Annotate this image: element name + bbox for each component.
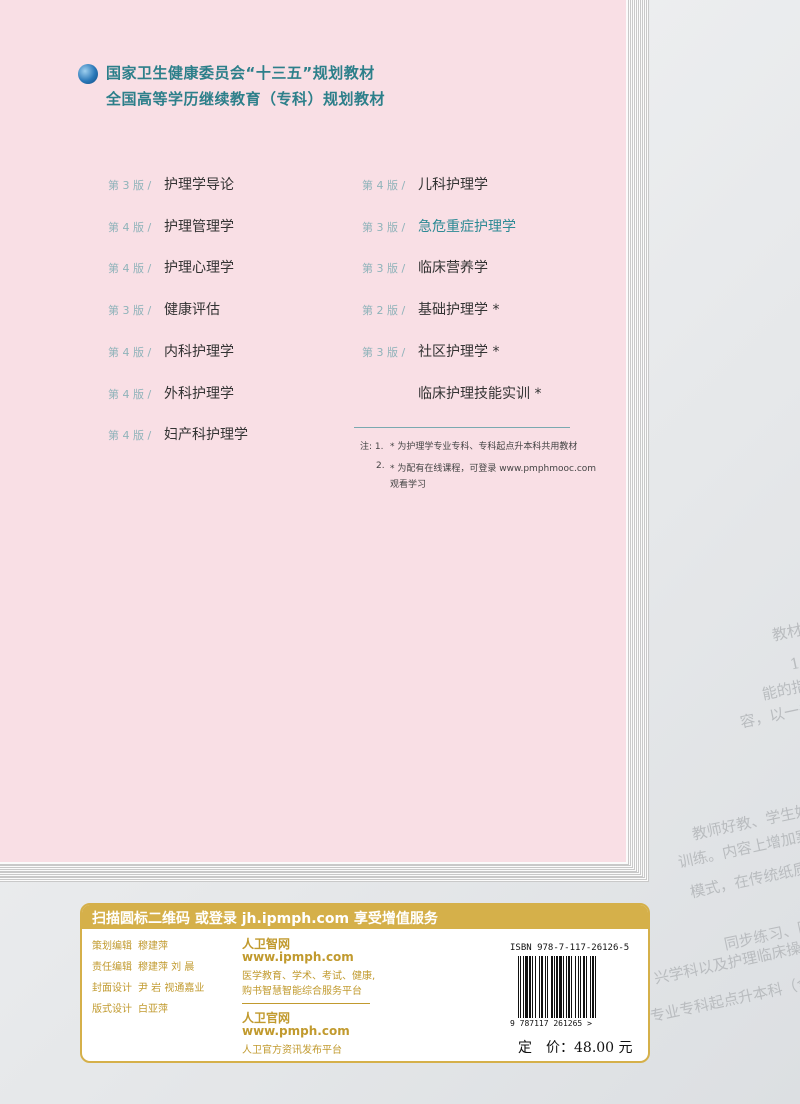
site1-url: www.ipmph.com <box>242 950 354 964</box>
barcode-digits: 9 787117 261265 > <box>510 1019 592 1028</box>
book-title: 护理心理学 <box>164 260 234 277</box>
credit-role: 策划编辑 <box>92 941 132 952</box>
credit-name: 尹 岩 视通嘉业 <box>138 983 205 994</box>
barcode-bar <box>596 956 597 1018</box>
book-edition: 第 4 版 / <box>108 220 152 234</box>
book-item: 第 3 版 / 护理学导论 <box>108 174 234 194</box>
book-item: 第 4 版 / 儿科护理学 <box>362 174 488 194</box>
book-title: 临床护理技能实训 * <box>418 385 542 402</box>
back-panel: 扫描圆标二维码 或登录 jh.ipmph.com 享受增值服务 策划编辑 穆建萍责… <box>80 903 650 1063</box>
credit-line: 策划编辑 穆建萍 <box>92 937 168 952</box>
book-edition: 第 2 版 / <box>362 304 406 318</box>
book-edition: 第 4 版 / <box>108 345 152 359</box>
book-title: 基础护理学 * <box>418 302 500 319</box>
site2-desc: 人卫官方资讯发布平台 <box>242 1045 342 1056</box>
panel-header: 扫描圆标二维码 或登录 jh.ipmph.com 享受增值服务 <box>82 905 648 929</box>
book-item: 第 4 版 / 内科护理学 <box>108 341 234 361</box>
credit-role: 封面设计 <box>92 983 132 994</box>
isbn-text: ISBN 978-7-117-26126-5 <box>510 943 630 953</box>
site-divider <box>242 1003 370 1004</box>
series-title-1: 国家卫生健康委员会“十三五”规划教材 <box>106 64 375 82</box>
book-title: 内科护理学 <box>164 343 234 360</box>
book-item: 第 3 版 / 临床营养学 <box>362 257 488 277</box>
globe-logo-icon <box>78 64 98 84</box>
site2-url: www.pmph.com <box>242 1024 350 1038</box>
book-item: 第 4 版 / 护理心理学 <box>108 257 234 277</box>
note-2-num: 2. <box>376 461 385 471</box>
book-edition: 第 3 版 / <box>108 304 152 318</box>
series-title-2: 全国高等学历继续教育（专科）规划教材 <box>106 90 386 108</box>
credit-line: 版式设计 白亚萍 <box>92 1000 168 1015</box>
book-title: 护理学导论 <box>164 177 234 193</box>
book-item: 临床护理技能实训 * <box>362 383 541 403</box>
site1-desc-1: 医学教育、学术、考试、健康, <box>242 971 376 982</box>
credit-role: 责任编辑 <box>92 962 132 973</box>
book-edition: 第 4 版 / <box>108 387 152 401</box>
barcode-bars <box>518 956 630 1018</box>
book-item: 第 4 版 / 护理管理学 <box>108 216 234 236</box>
credit-name: 白亚萍 <box>138 1004 168 1015</box>
book-cover: 国家卫生健康委员会“十三五”规划教材 全国高等学历继续教育（专科）规划教材 第 … <box>0 0 626 862</box>
book-item: 第 4 版 / 妇产科护理学 <box>108 424 248 444</box>
site1-desc-2: 购书智慧智能综合服务平台 <box>242 986 362 997</box>
note-label: 注: 1. <box>360 442 384 452</box>
book-item: 第 4 版 / 外科护理学 <box>108 383 234 403</box>
credit-role: 版式设计 <box>92 1004 132 1015</box>
credit-line: 责任编辑 穆建萍 刘 晨 <box>92 958 194 973</box>
price: 定 价：48.00 元 <box>518 1040 633 1056</box>
panel-header-text: 扫描圆标二维码 或登录 jh.ipmph.com 享受增值服务 <box>92 911 438 927</box>
note-divider <box>354 427 570 428</box>
book-edition: 第 4 版 / <box>108 429 152 443</box>
book-item: 第 3 版 / 健康评估 <box>108 299 220 319</box>
book-edition: 第 3 版 / <box>108 179 152 192</box>
book-title: 临床营养学 <box>418 260 488 277</box>
note-2-cont: 观看学习 <box>390 480 427 490</box>
book-edition: 第 3 版 / <box>362 220 406 234</box>
note-2: * 为配有在线课程，可登录 www.pmphmooc.com <box>390 464 597 474</box>
book-title: 社区护理学 * <box>418 343 500 360</box>
book-title: 外科护理学 <box>164 385 234 402</box>
book-title: 急危重症护理学 <box>418 218 516 235</box>
credit-name: 穆建萍 <box>138 941 168 952</box>
barcode: ISBN 978-7-117-26126-5 9 787117 261265 > <box>510 943 632 1033</box>
credit-name: 穆建萍 刘 晨 <box>138 962 195 973</box>
book-item: 第 2 版 / 基础护理学 * <box>362 299 499 319</box>
book-edition: 第 4 版 / <box>108 262 152 276</box>
book-title: 健康评估 <box>164 302 220 319</box>
credit-line: 封面设计尹 岩 视通嘉业 <box>92 979 204 994</box>
book-edition: 第 3 版 / <box>362 262 406 276</box>
book-item: 第 3 版 / 社区护理学 * <box>362 341 499 361</box>
book-item: 第 3 版 / 急危重症护理学 <box>362 216 516 236</box>
book-edition: 第 4 版 / <box>362 179 406 192</box>
book-title: 妇产科护理学 <box>164 427 248 444</box>
note-1: * 为护理学专业专科、专科起点升本科共用教材 <box>390 442 578 452</box>
book-title: 儿科护理学 <box>418 177 488 193</box>
book-title: 护理管理学 <box>164 218 234 235</box>
book-edition: 第 3 版 / <box>362 345 406 359</box>
